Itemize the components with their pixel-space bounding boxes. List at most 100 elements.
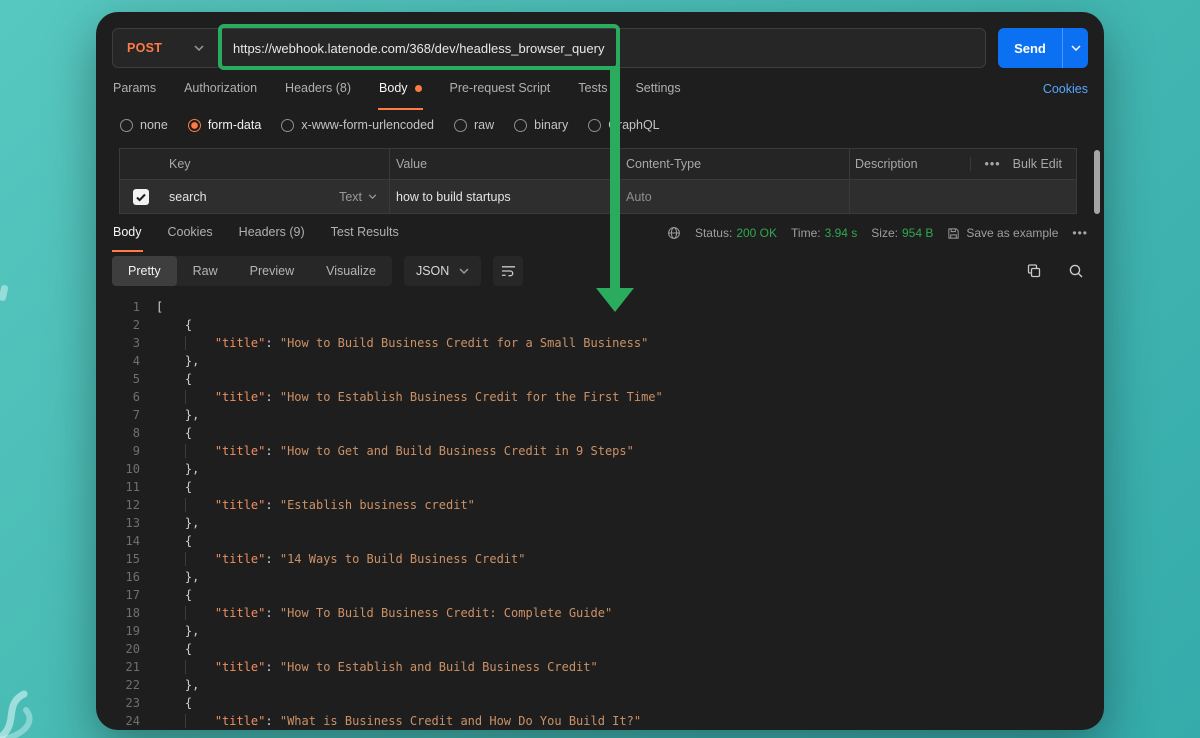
response-tab-test-results[interactable]: Test Results [330, 214, 400, 252]
radio-icon [454, 119, 467, 132]
body-type-raw[interactable]: raw [454, 118, 494, 132]
send-button[interactable]: Send [998, 28, 1088, 68]
radio-label: raw [474, 118, 494, 132]
line-number: 1 [110, 298, 140, 316]
body-type-none[interactable]: none [120, 118, 168, 132]
tab-params[interactable]: Params [112, 68, 157, 110]
table-header: Key Value Content-Type Description ••• B… [120, 149, 1076, 179]
header-content-type: Content-Type [620, 149, 850, 179]
scrollbar-thumb[interactable] [1094, 150, 1100, 214]
url-input[interactable]: https://webhook.latenode.com/368/dev/hea… [219, 29, 985, 67]
code-line: 22 }, [96, 676, 1104, 694]
network-globe-icon[interactable] [667, 226, 681, 240]
search-icon[interactable] [1068, 263, 1084, 279]
chevron-down-icon [368, 194, 377, 199]
format-label: JSON [416, 264, 449, 278]
status-value: 200 OK [736, 226, 777, 240]
code-line: 6 "title": "How to Establish Business Cr… [96, 388, 1104, 406]
tab-settings[interactable]: Settings [634, 68, 681, 110]
line-content: "title": "How to Build Business Credit f… [156, 334, 648, 352]
body-type-form-data[interactable]: form-data [188, 118, 262, 132]
wrap-lines-button[interactable] [493, 256, 523, 286]
line-number: 4 [110, 352, 140, 370]
method-select[interactable]: POST [113, 29, 219, 67]
row-key-text[interactable]: search [169, 190, 207, 204]
line-number: 18 [110, 604, 140, 622]
response-more-icon[interactable]: ••• [1072, 226, 1088, 240]
tab-authorization[interactable]: Authorization [183, 68, 258, 110]
bulk-edit-label: Bulk Edit [1013, 157, 1062, 171]
wallpaper-doodle [0, 670, 88, 738]
radio-label: x-www-form-urlencoded [301, 118, 434, 132]
code-line: 1[ [96, 298, 1104, 316]
cookies-link[interactable]: Cookies [1043, 82, 1088, 96]
view-tab-raw[interactable]: Raw [177, 256, 234, 286]
line-content: { [156, 424, 192, 442]
time-badge: Time: 3.94 s [791, 226, 857, 240]
save-as-example-label: Save as example [966, 226, 1058, 240]
time-label: Time: [791, 226, 821, 240]
wrap-lines-icon [501, 265, 516, 277]
body-type-graphql[interactable]: GraphQL [588, 118, 659, 132]
radio-icon [120, 119, 133, 132]
tab-headers-8[interactable]: Headers (8) [284, 68, 352, 110]
radio-icon [588, 119, 601, 132]
url-text: https://webhook.latenode.com/368/dev/hea… [233, 41, 604, 56]
copy-icon[interactable] [1026, 263, 1042, 279]
response-tab-cookies[interactable]: Cookies [167, 214, 214, 252]
code-line: 19 }, [96, 622, 1104, 640]
header-key: Key [120, 149, 390, 179]
line-content: "title": "14 Ways to Build Business Cred… [156, 550, 525, 568]
line-number: 9 [110, 442, 140, 460]
more-icon: ••• [985, 157, 1001, 171]
bulk-edit-button[interactable]: ••• Bulk Edit [970, 157, 1076, 171]
tab-tests[interactable]: Tests [577, 68, 608, 110]
send-options-button[interactable] [1062, 28, 1088, 68]
radio-label: binary [534, 118, 568, 132]
code-line: 20 { [96, 640, 1104, 658]
row-value-cell[interactable]: how to build startups [390, 180, 620, 213]
format-select[interactable]: JSON [404, 256, 481, 286]
code-line: 11 { [96, 478, 1104, 496]
row-checkbox[interactable] [133, 189, 149, 205]
code-line: 2 { [96, 316, 1104, 334]
line-content: }, [156, 406, 199, 424]
line-content: }, [156, 352, 199, 370]
save-as-example-button[interactable]: Save as example [947, 226, 1058, 240]
row-content-type-cell[interactable]: Auto [620, 180, 850, 213]
line-content: }, [156, 514, 199, 532]
tab-label: Pre-request Script [450, 81, 551, 95]
body-type-binary[interactable]: binary [514, 118, 568, 132]
view-tab-visualize[interactable]: Visualize [310, 256, 392, 286]
line-number: 24 [110, 712, 140, 730]
form-data-table: Key Value Content-Type Description ••• B… [119, 148, 1077, 214]
response-tab-headers-9[interactable]: Headers (9) [238, 214, 306, 252]
response-tab-body[interactable]: Body [112, 214, 143, 252]
row-key-cell[interactable]: search Text [120, 180, 390, 213]
line-number: 5 [110, 370, 140, 388]
value-type-select[interactable]: Text [339, 190, 377, 204]
code-line: 4 }, [96, 352, 1104, 370]
tab-body[interactable]: Body [378, 68, 423, 110]
line-number: 16 [110, 568, 140, 586]
response-header: Body Cookies Headers (9) Test Results Statu… [112, 214, 1088, 252]
body-type-x-www-form-urlencoded[interactable]: x-www-form-urlencoded [281, 118, 434, 132]
unsaved-changes-dot [415, 85, 422, 92]
code-line: 8 { [96, 424, 1104, 442]
radio-label: none [140, 118, 168, 132]
line-number: 12 [110, 496, 140, 514]
view-tab-pretty[interactable]: Pretty [112, 256, 177, 286]
row-description-cell[interactable] [850, 180, 1076, 213]
value-type-label: Text [339, 190, 362, 204]
line-content: "title": "What is Business Credit and Ho… [156, 712, 641, 730]
header-value: Value [390, 149, 620, 179]
status-badge: Status: 200 OK [695, 226, 777, 240]
line-content: "title": "How to Establish Business Cred… [156, 388, 663, 406]
view-tab-preview[interactable]: Preview [234, 256, 310, 286]
line-content: "title": "How To Build Business Credit: … [156, 604, 612, 622]
tab-label: Body [113, 225, 142, 239]
tab-pre-request-script[interactable]: Pre-request Script [449, 68, 552, 110]
code-line: 7 }, [96, 406, 1104, 424]
response-tabs-list: Body Cookies Headers (9) Test Results [112, 214, 400, 252]
code-line: 21 "title": "How to Establish and Build … [96, 658, 1104, 676]
